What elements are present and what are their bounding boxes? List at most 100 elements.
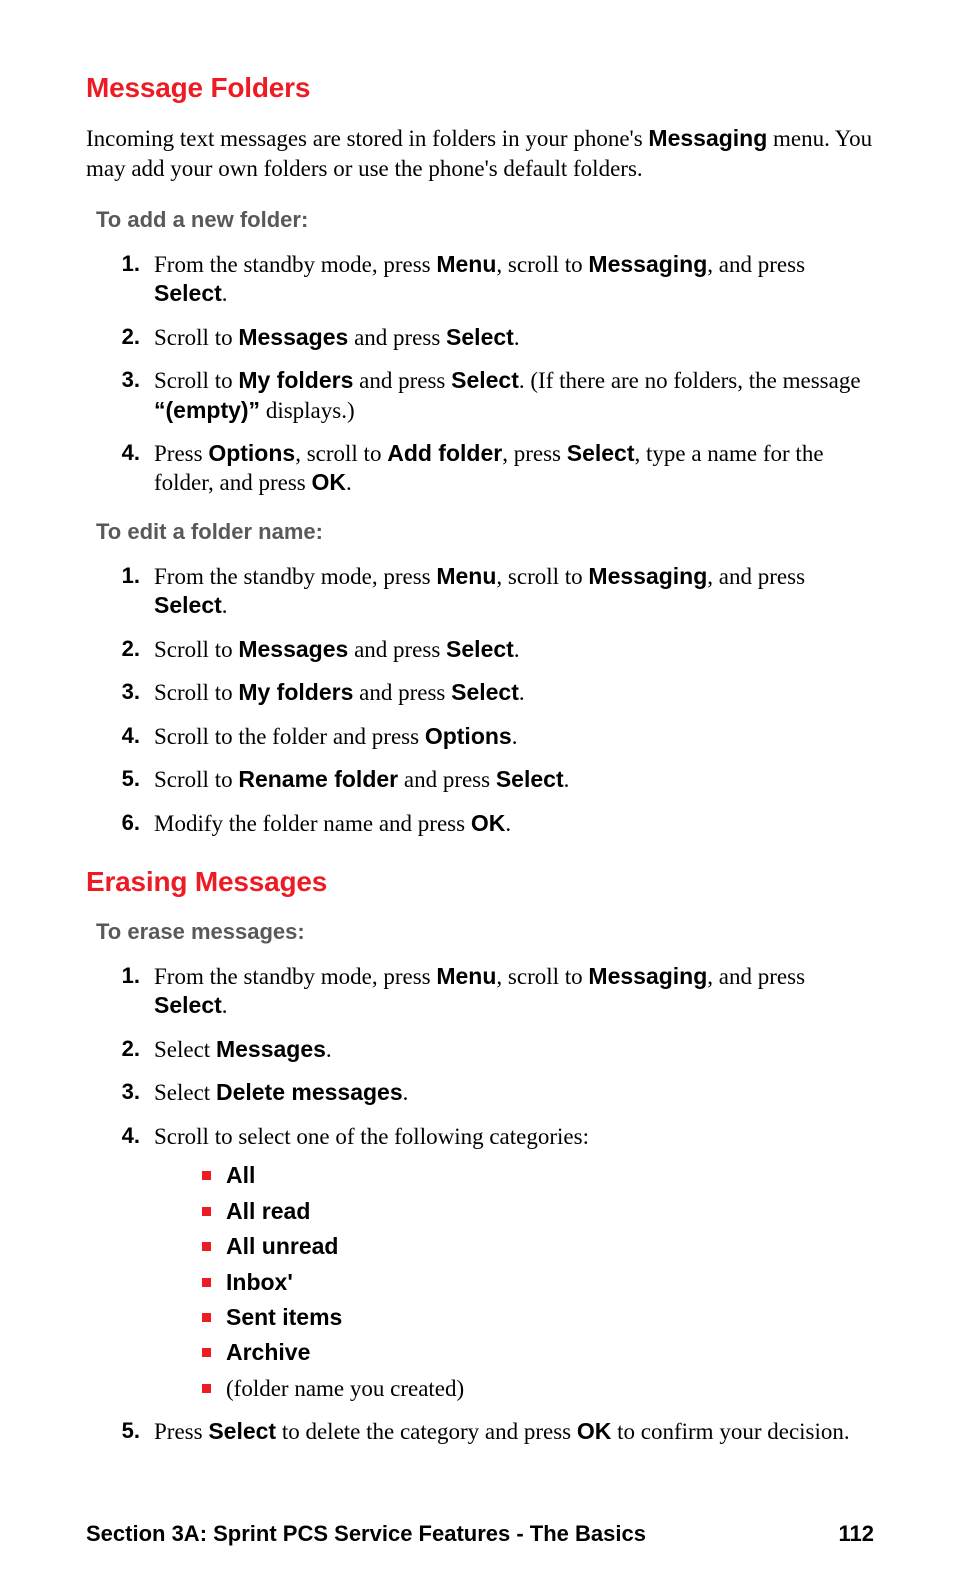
step-bold: OK xyxy=(471,810,506,836)
category-label: All read xyxy=(226,1198,310,1224)
category-label: Archive xyxy=(226,1339,310,1365)
step-text: Scroll to xyxy=(154,325,238,350)
step-bold: Options xyxy=(208,440,295,466)
page-footer: Section 3A: Sprint PCS Service Features … xyxy=(86,1520,874,1548)
step-item: 6. Modify the folder name and press OK. xyxy=(146,809,874,838)
step-text: Scroll to xyxy=(154,680,238,705)
step-bold: Select xyxy=(154,280,222,306)
step-item: 4. Scroll to the folder and press Option… xyxy=(146,722,874,751)
step-text: , scroll to xyxy=(496,964,588,989)
steps-edit-folder: 1. From the standby mode, press Menu, sc… xyxy=(86,562,874,838)
step-text: Scroll to xyxy=(154,637,238,662)
step-bold: Messaging xyxy=(588,251,707,277)
step-item: 2. Scroll to Messages and press Select. xyxy=(146,635,874,664)
step-bold: Delete messages xyxy=(216,1079,403,1105)
step-bold: My folders xyxy=(238,679,353,705)
list-item: All xyxy=(202,1161,874,1190)
step-text: . xyxy=(514,325,520,350)
step-item: 4. Scroll to select one of the following… xyxy=(146,1122,874,1404)
step-item: 5. Scroll to Rename folder and press Sel… xyxy=(146,765,874,794)
step-bold: Select xyxy=(208,1418,276,1444)
step-bold: Select xyxy=(446,636,514,662)
step-text: . xyxy=(505,811,511,836)
step-number: 6. xyxy=(108,809,140,837)
step-text: and press xyxy=(348,637,446,662)
step-bold: Select xyxy=(154,592,222,618)
list-item: All read xyxy=(202,1197,874,1226)
step-bold: Rename folder xyxy=(238,766,398,792)
step-text: . xyxy=(519,680,525,705)
heading-erasing-messages: Erasing Messages xyxy=(86,864,874,900)
step-item: 2. Select Messages. xyxy=(146,1035,874,1064)
step-text: displays.) xyxy=(260,398,355,423)
step-text: . xyxy=(512,724,518,749)
step-bold: Menu xyxy=(436,963,496,989)
list-item: (folder name you created) xyxy=(202,1374,874,1403)
step-text: , scroll to xyxy=(496,252,588,277)
step-bold: Messaging xyxy=(588,563,707,589)
step-number: 2. xyxy=(108,1035,140,1063)
step-text: and press xyxy=(348,325,446,350)
step-text: . xyxy=(346,470,352,495)
step-number: 1. xyxy=(108,962,140,990)
step-bold: Menu xyxy=(436,563,496,589)
step-text: From the standby mode, press xyxy=(154,964,436,989)
step-bold: Select xyxy=(154,992,222,1018)
step-bold: OK xyxy=(311,469,346,495)
erase-categories-list: All All read All unread Inbox' Sent item… xyxy=(202,1161,874,1403)
step-text: Scroll to xyxy=(154,767,238,792)
step-bold: Select xyxy=(567,440,635,466)
step-number: 5. xyxy=(108,1417,140,1445)
intro-text-a: Incoming text messages are stored in fol… xyxy=(86,126,648,151)
step-item: 4. Press Options, scroll to Add folder, … xyxy=(146,439,874,498)
step-item: 5. Press Select to delete the category a… xyxy=(146,1417,874,1446)
intro-paragraph: Incoming text messages are stored in fol… xyxy=(86,124,874,184)
step-text: From the standby mode, press xyxy=(154,564,436,589)
step-text: . xyxy=(222,593,228,618)
list-item: Archive xyxy=(202,1338,874,1367)
step-text: and press xyxy=(398,767,496,792)
step-bold: Select xyxy=(451,679,519,705)
step-text: From the standby mode, press xyxy=(154,252,436,277)
steps-add-folder: 1. From the standby mode, press Menu, sc… xyxy=(86,250,874,498)
step-text: Modify the folder name and press xyxy=(154,811,471,836)
step-number: 3. xyxy=(108,678,140,706)
step-item: 1. From the standby mode, press Menu, sc… xyxy=(146,250,874,309)
step-text: , and press xyxy=(707,964,805,989)
step-text: . xyxy=(403,1080,409,1105)
category-label-extra: (folder name you created) xyxy=(226,1376,464,1401)
subhead-erase-messages: To erase messages: xyxy=(96,918,874,946)
step-bold: Menu xyxy=(436,251,496,277)
step-text: . xyxy=(222,281,228,306)
step-text: . (If there are no folders, the message xyxy=(519,368,861,393)
step-text: and press xyxy=(353,368,451,393)
step-text: Select xyxy=(154,1080,216,1105)
step-item: 1. From the standby mode, press Menu, sc… xyxy=(146,962,874,1021)
step-text: to confirm your decision. xyxy=(611,1419,849,1444)
list-item: All unread xyxy=(202,1232,874,1261)
steps-erase-messages: 1. From the standby mode, press Menu, sc… xyxy=(86,962,874,1447)
category-label: All unread xyxy=(226,1233,338,1259)
subhead-add-folder: To add a new folder: xyxy=(96,206,874,234)
step-text: to delete the category and press xyxy=(276,1419,577,1444)
step-text: Press xyxy=(154,441,208,466)
step-text: Scroll to select one of the following ca… xyxy=(154,1124,589,1149)
step-item: 3. Select Delete messages. xyxy=(146,1078,874,1107)
step-number: 4. xyxy=(108,1122,140,1150)
step-bold: Add folder xyxy=(387,440,502,466)
step-text: , and press xyxy=(707,252,805,277)
step-item: 2. Scroll to Messages and press Select. xyxy=(146,323,874,352)
step-bold: Select xyxy=(446,324,514,350)
step-text: and press xyxy=(353,680,451,705)
step-number: 4. xyxy=(108,439,140,467)
intro-bold-messaging: Messaging xyxy=(648,125,767,151)
step-bold: Messages xyxy=(238,636,348,662)
step-item: 3. Scroll to My folders and press Select… xyxy=(146,366,874,425)
step-text: , scroll to xyxy=(295,441,387,466)
step-item: 1. From the standby mode, press Menu, sc… xyxy=(146,562,874,621)
step-text: , press xyxy=(502,441,567,466)
step-number: 5. xyxy=(108,765,140,793)
list-item: Inbox' xyxy=(202,1268,874,1297)
step-number: 3. xyxy=(108,1078,140,1106)
step-bold: Select xyxy=(451,367,519,393)
